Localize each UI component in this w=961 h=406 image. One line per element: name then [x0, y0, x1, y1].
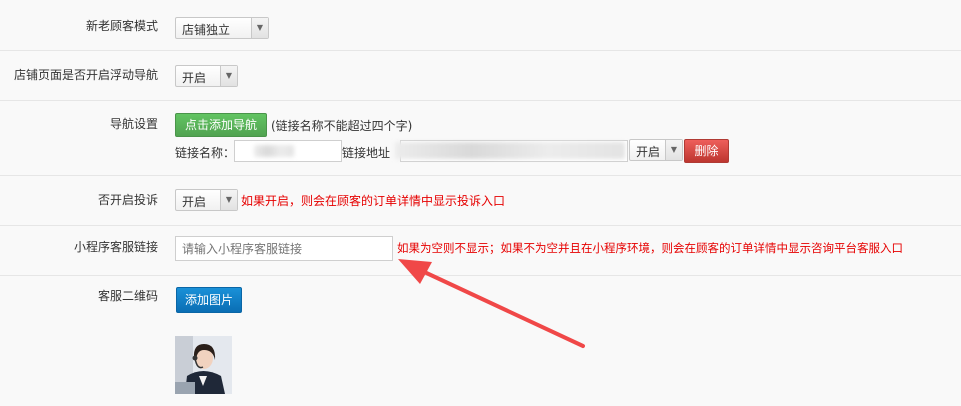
annotation-arrow-icon	[398, 259, 585, 348]
